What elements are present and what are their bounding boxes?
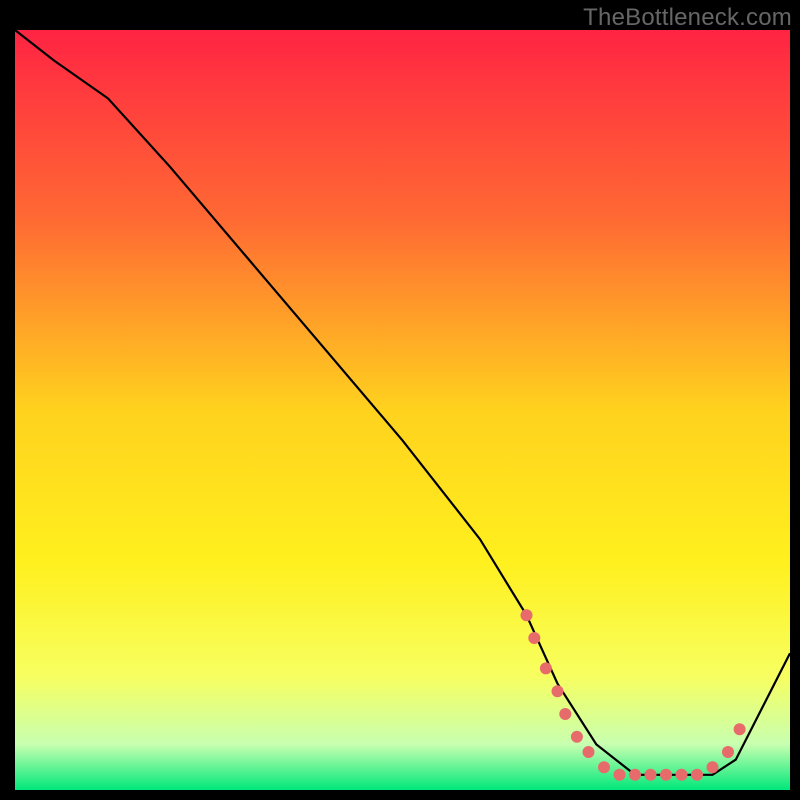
highlight-dot bbox=[722, 746, 734, 758]
highlight-dot bbox=[645, 769, 657, 781]
highlight-dot bbox=[559, 708, 571, 720]
highlight-dot bbox=[552, 685, 564, 697]
watermark-text: TheBottleneck.com bbox=[583, 4, 792, 32]
highlight-dot bbox=[614, 769, 626, 781]
highlight-dot bbox=[660, 769, 672, 781]
highlight-dot bbox=[528, 632, 540, 644]
highlight-dot bbox=[707, 761, 719, 773]
highlight-dot bbox=[571, 731, 583, 743]
highlight-dot bbox=[540, 662, 552, 674]
highlight-dot bbox=[676, 769, 688, 781]
gradient-background bbox=[15, 30, 790, 790]
highlight-dot bbox=[583, 746, 595, 758]
highlight-dot bbox=[734, 723, 746, 735]
highlight-dot bbox=[691, 769, 703, 781]
highlight-dot bbox=[629, 769, 641, 781]
highlight-dot bbox=[598, 761, 610, 773]
chart-stage: TheBottleneck.com bbox=[0, 0, 800, 800]
bottleneck-chart bbox=[0, 0, 800, 800]
highlight-dot bbox=[521, 609, 533, 621]
